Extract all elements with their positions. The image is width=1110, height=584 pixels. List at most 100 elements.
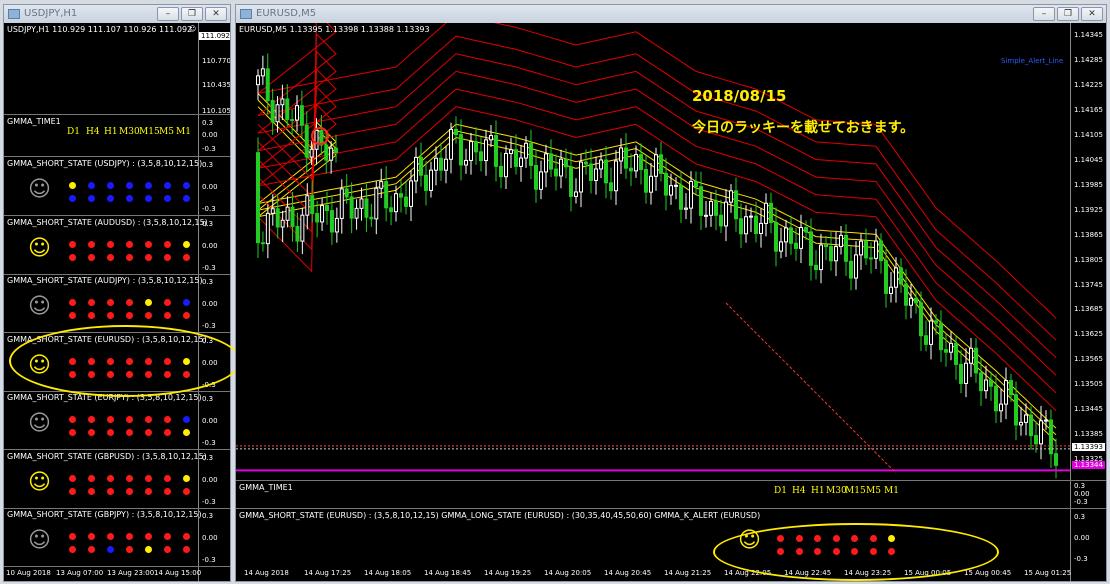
- candle-body: [789, 227, 793, 244]
- candle-body: [814, 264, 818, 271]
- smiley-icon: ☺: [28, 177, 51, 202]
- gmma-state-pane[interactable]: GMMA_SHORT_STATE (AUDUSD) : (3,5,8,10,12…: [4, 216, 230, 275]
- gmma-state-pane[interactable]: GMMA_SHORT_STATE (GBPJPY) : (3,5,8,10,12…: [4, 508, 230, 567]
- price-label: 1.13505: [1074, 380, 1103, 389]
- gmma-state-pane[interactable]: GMMA_SHORT_STATE (GBPUSD) : (3,5,8,10,12…: [4, 450, 230, 509]
- state-dot: [126, 487, 133, 495]
- time-axis-label: 10 Aug 2018: [6, 569, 51, 577]
- state-dot: [126, 416, 133, 423]
- chart-window-icon: [240, 9, 252, 19]
- candle-body: [334, 147, 338, 154]
- candle-body: [929, 320, 933, 345]
- alert-link-label[interactable]: Simple_Alert_Line: [1001, 57, 1063, 65]
- state-dot: [126, 240, 133, 248]
- gmma-time-pane[interactable]: GMMA_TIME1 D1 H4 H1 M30 M15 M5 M1 0.3 0.…: [236, 481, 1106, 509]
- candle-body: [664, 172, 668, 196]
- candle-body: [369, 216, 374, 220]
- candle-body: [256, 75, 260, 86]
- candle-body: [305, 195, 310, 216]
- eurusd-window[interactable]: EURUSD,M5 – ❐ ✕ EURUSD,M5 1.13395 1.1339…: [235, 4, 1107, 582]
- candle-body: [569, 166, 573, 197]
- state-dot: [88, 474, 95, 482]
- usdjpy-chart-area[interactable]: USDJPY,H1 110.929 111.107 110.926 111.09…: [4, 23, 241, 581]
- candlestick-chart[interactable]: [236, 23, 1070, 481]
- price-label: 1.13805: [1074, 255, 1103, 264]
- state-dot: [126, 312, 133, 319]
- candle-body: [349, 196, 354, 219]
- state-dot: [107, 546, 114, 553]
- gmma-state-pane[interactable]: GMMA_SHORT_STATE (USDJPY) : (3,5,8,10,12…: [4, 157, 230, 216]
- minimize-button[interactable]: –: [157, 7, 179, 21]
- candle-body: [449, 128, 453, 160]
- eurusd-chart-area[interactable]: EURUSD,M5 1.13395 1.13398 1.13388 1.1339…: [236, 23, 1106, 581]
- restore-button[interactable]: ❐: [1057, 7, 1079, 21]
- candle-body: [320, 205, 325, 223]
- state-dot: [88, 195, 95, 202]
- candle-body: [394, 193, 398, 213]
- eurusd-price-pane[interactable]: EURUSD,M5 1.13395 1.13398 1.13388 1.1339…: [236, 23, 1106, 481]
- candle-body: [714, 200, 718, 216]
- timeframe-label: M5: [866, 486, 881, 496]
- candle-body: [994, 385, 998, 412]
- minimize-button[interactable]: –: [1033, 7, 1055, 21]
- state-dot: [88, 182, 95, 189]
- restore-button[interactable]: ❐: [181, 7, 203, 21]
- price-label: 1.14105: [1074, 130, 1103, 139]
- usdjpy-price-pane[interactable]: USDJPY,H1 110.929 111.107 110.926 111.09…: [4, 23, 230, 115]
- candle-body: [724, 201, 728, 227]
- time-axis-label: 14 Aug 18:05: [364, 569, 412, 577]
- time-axis-label: 14 Aug 20:05: [544, 569, 592, 577]
- axis-label: -0.3: [202, 322, 216, 330]
- candle-body: [494, 135, 498, 167]
- price-label: 1.13445: [1074, 405, 1103, 414]
- state-dot: [88, 416, 95, 423]
- state-dot: [69, 474, 76, 482]
- gmma-state-pane[interactable]: GMMA_SHORT_STATE (EURJPY) : (3,5,8,10,12…: [4, 391, 230, 450]
- state-dot: [69, 182, 76, 189]
- axis-label: 0.00: [202, 131, 218, 139]
- candle-body: [854, 254, 858, 279]
- candle-body: [599, 159, 603, 170]
- timeframe-label: H4: [792, 486, 806, 496]
- time-axis-label: 14 Aug 15:00: [154, 569, 202, 577]
- gmma-ribbon-line: [257, 103, 1057, 411]
- candle-body: [299, 105, 304, 126]
- eurusd-highlight-ellipse: [9, 325, 241, 397]
- candle-body: [784, 227, 788, 243]
- smiley-icon: ☺: [28, 469, 51, 495]
- usdjpy-titlebar[interactable]: USDJPY,H1 – ❐ ✕: [4, 5, 230, 23]
- eurusd-titlebar[interactable]: EURUSD,M5 – ❐ ✕: [236, 5, 1106, 23]
- close-button[interactable]: ✕: [205, 7, 227, 21]
- candle-body: [329, 210, 334, 233]
- state-dot: [145, 240, 152, 248]
- candle-body: [285, 206, 290, 221]
- axis-label: -0.3: [1074, 498, 1088, 506]
- state-dot: [183, 429, 190, 436]
- gmma-time-pane[interactable]: GMMA_TIME1 D1 H4 H1 M30 M15 M5 M1 0.3 0.…: [4, 115, 230, 157]
- state-dot: [164, 182, 171, 189]
- candle-body: [544, 153, 548, 173]
- time-axis-label: 14 Aug 18:45: [424, 569, 472, 577]
- pane-title: GMMA_TIME1: [239, 483, 293, 492]
- time-axis-label: 13 Aug 07:00: [56, 569, 104, 577]
- state-dot: [145, 253, 152, 261]
- usdjpy-window[interactable]: USDJPY,H1 – ❐ ✕ USDJPY,H1 110.929 111.10…: [3, 4, 241, 582]
- timeframe-label: M15: [845, 486, 866, 496]
- candle-body: [699, 186, 703, 216]
- candle-body: [764, 202, 768, 224]
- axis-label: 0.00: [1074, 534, 1090, 542]
- candle-body: [564, 158, 568, 168]
- axis-label: -0.3: [202, 205, 216, 213]
- state-dot: [183, 474, 190, 482]
- time-axis-label: 15 Aug 00:45: [964, 569, 1012, 577]
- candle-body: [1009, 380, 1013, 396]
- candle-body: [729, 190, 733, 203]
- close-button[interactable]: ✕: [1081, 7, 1103, 21]
- candle-body: [889, 286, 893, 294]
- candle-body: [859, 240, 863, 256]
- candle-body: [774, 221, 778, 252]
- candle-body: [839, 234, 843, 248]
- candle-body: [924, 335, 928, 345]
- price-label: 1.14045: [1074, 155, 1103, 164]
- candle-body: [464, 159, 468, 166]
